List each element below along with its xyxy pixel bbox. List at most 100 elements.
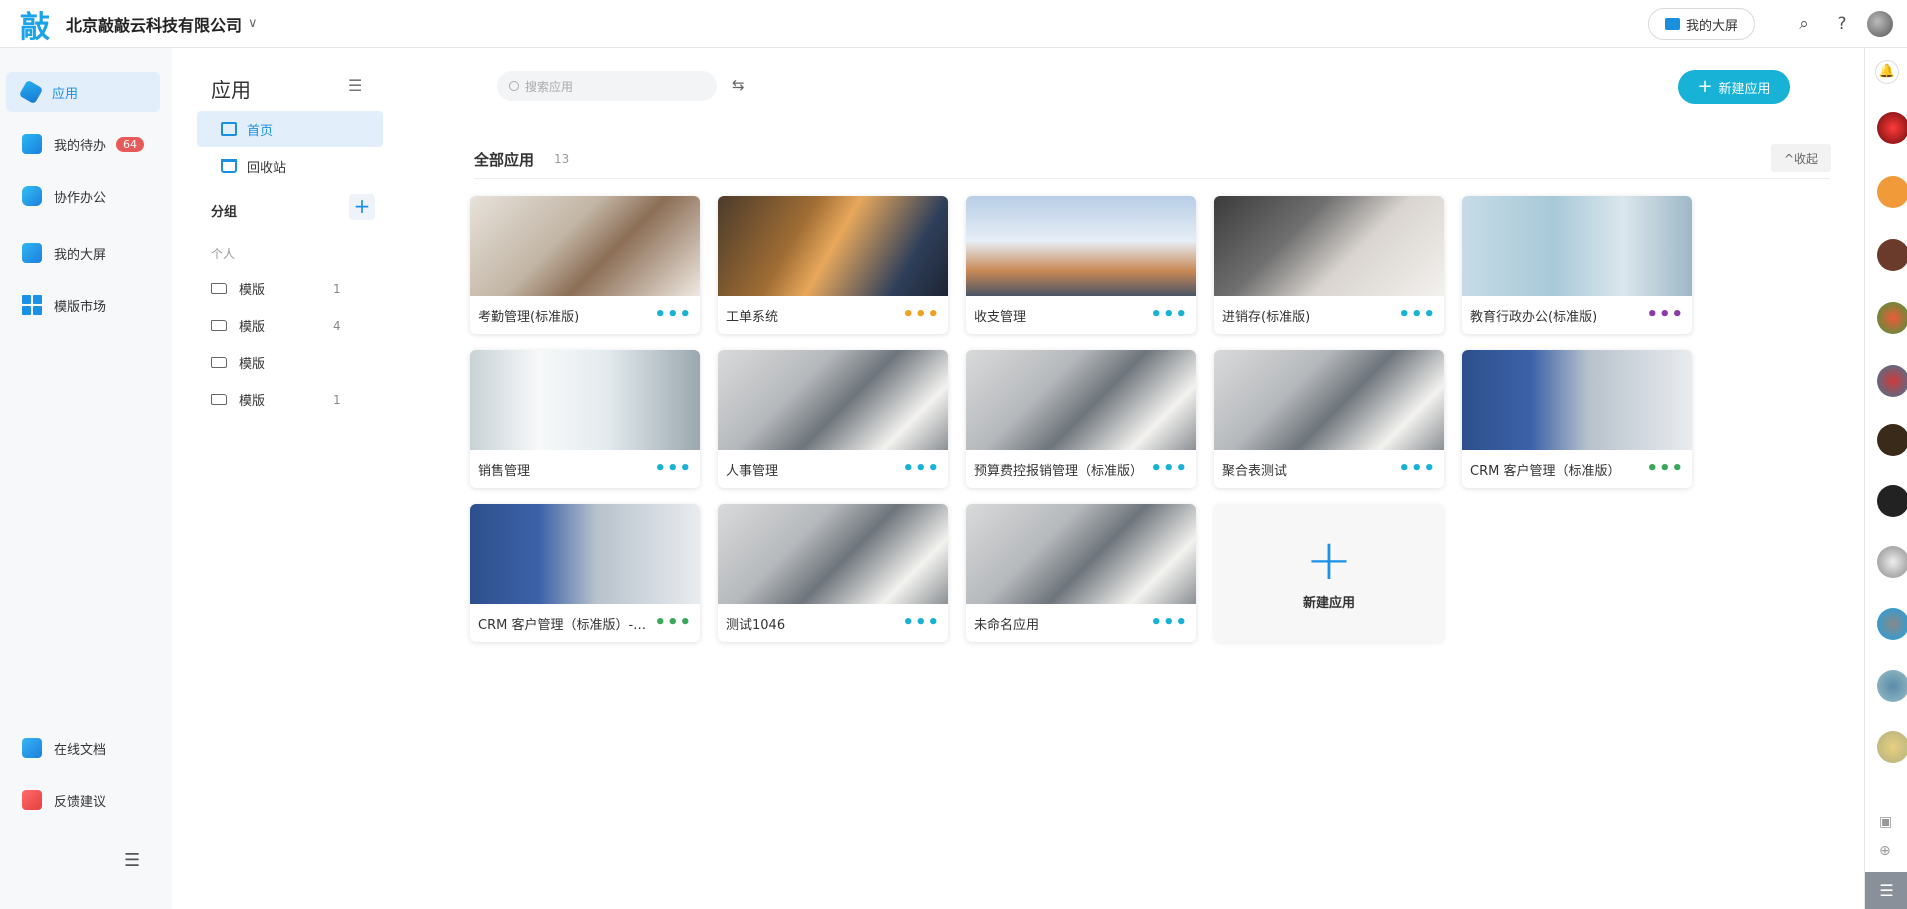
contact-avatar[interactable] xyxy=(1877,608,1907,640)
contact-avatar[interactable] xyxy=(1877,546,1907,578)
plus-icon: + xyxy=(1697,76,1713,97)
apps-icon xyxy=(18,79,44,105)
nav-item-apps[interactable]: 应用 xyxy=(6,72,160,112)
app-card[interactable]: 销售管理 ••• xyxy=(470,350,700,488)
nav-item-collab[interactable]: 协作办公 xyxy=(6,176,160,216)
add-group-button[interactable]: + xyxy=(349,194,375,220)
app-cover-image xyxy=(1214,350,1444,450)
app-card[interactable]: 收支管理 ••• xyxy=(966,196,1196,334)
more-options-icon[interactable]: ••• xyxy=(902,306,940,324)
app-card[interactable]: 教育行政办公(标准版) ••• xyxy=(1462,196,1692,334)
more-options-icon[interactable]: ••• xyxy=(902,460,940,478)
more-options-icon[interactable]: ••• xyxy=(1646,460,1684,478)
bigscreen-icon xyxy=(1664,18,1680,30)
app-cover-image xyxy=(966,504,1196,604)
app-card[interactable]: 人事管理 ••• xyxy=(718,350,948,488)
all-apps-count: 13 xyxy=(554,152,570,166)
home-monitor-icon xyxy=(221,122,237,136)
more-options-icon[interactable]: ••• xyxy=(654,460,692,478)
app-card[interactable]: 预算费控报销管理（标准版） ••• xyxy=(966,350,1196,488)
folder-label: 模版 xyxy=(239,394,266,409)
search-placeholder: 搜索应用 xyxy=(525,79,574,94)
folder-label: 模版 xyxy=(239,320,266,335)
save-icon[interactable]: ▣ xyxy=(1879,814,1892,830)
top-header: 敲 北京敲敲云科技有限公司 ∨ 我的大屏 ⌕ ? xyxy=(0,0,1907,48)
app-cover-image xyxy=(470,196,700,296)
more-options-icon[interactable]: ••• xyxy=(902,614,940,632)
collapse-panel-icon[interactable]: ☰ xyxy=(348,76,362,95)
company-switch-caret-icon[interactable]: ∨ xyxy=(248,16,258,31)
app-cover-image xyxy=(1462,350,1692,450)
app-cover-image xyxy=(966,350,1196,450)
app-card[interactable]: 聚合表测试 ••• xyxy=(1214,350,1444,488)
nav-item-online-docs[interactable]: 在线文档 xyxy=(6,728,160,768)
app-cover-image xyxy=(718,196,948,296)
collapse-section-button[interactable]: ^收起 xyxy=(1771,144,1831,172)
more-options-icon[interactable]: ••• xyxy=(1150,614,1188,632)
search-icon xyxy=(509,81,519,91)
app-card[interactable]: 进销存(标准版) ••• xyxy=(1214,196,1444,334)
app-name: 教育行政办公(标准版) xyxy=(1470,309,1598,325)
folder-item[interactable]: 模版 4 xyxy=(211,316,341,335)
more-options-icon[interactable]: ••• xyxy=(654,614,692,632)
contact-avatar[interactable] xyxy=(1877,424,1907,456)
more-options-icon[interactable]: ••• xyxy=(1150,460,1188,478)
nav-item-bigscreen[interactable]: 我的大屏 xyxy=(6,233,160,273)
contact-avatar[interactable] xyxy=(1877,302,1907,334)
contact-avatar[interactable] xyxy=(1877,485,1907,517)
app-card[interactable]: CRM 客户管理（标准版）-复... ••• xyxy=(470,504,700,642)
notification-bell-icon[interactable]: 🔔 xyxy=(1875,60,1899,84)
search-icon[interactable]: ⌕ xyxy=(1785,14,1823,34)
more-options-icon[interactable]: ••• xyxy=(1646,306,1684,324)
contact-avatar[interactable] xyxy=(1877,365,1907,397)
app-card[interactable]: 工单系统 ••• xyxy=(718,196,948,334)
help-icon[interactable]: ? xyxy=(1823,14,1861,34)
contact-avatar[interactable] xyxy=(1877,731,1907,763)
app-cover-image xyxy=(966,196,1196,296)
filter-sort-icon[interactable]: ⇆ xyxy=(732,76,745,94)
screen-icon xyxy=(22,243,42,263)
folder-count: 1 xyxy=(333,392,341,407)
user-avatar[interactable] xyxy=(1867,11,1893,37)
app-cover-image xyxy=(470,504,700,604)
app-logo[interactable]: 敲 xyxy=(16,5,54,45)
contact-avatar[interactable] xyxy=(1877,112,1907,144)
contact-avatar[interactable] xyxy=(1877,670,1907,702)
nav-item-todo[interactable]: 我的待办 64 xyxy=(6,124,160,164)
my-bigscreen-label: 我的大屏 xyxy=(1685,18,1738,34)
more-options-icon[interactable]: ••• xyxy=(1398,460,1436,478)
folder-item[interactable]: 模版 xyxy=(211,353,341,372)
my-bigscreen-button[interactable]: 我的大屏 xyxy=(1647,8,1755,40)
folder-icon xyxy=(211,394,227,405)
more-options-icon[interactable]: ••• xyxy=(1398,306,1436,324)
new-app-button[interactable]: + 新建应用 xyxy=(1678,70,1790,104)
contact-avatar[interactable] xyxy=(1877,176,1907,208)
more-options-icon[interactable]: ••• xyxy=(654,306,692,324)
collapse-nav-icon[interactable]: ☰ xyxy=(124,850,140,871)
nav-item-templates[interactable]: 模版市场 xyxy=(6,285,160,325)
app-card[interactable]: CRM 客户管理（标准版） ••• xyxy=(1462,350,1692,488)
folder-item[interactable]: 模版 1 xyxy=(211,279,341,298)
panel-item-home[interactable]: 首页 xyxy=(197,111,383,147)
add-circle-icon[interactable]: ⊕ xyxy=(1879,843,1891,859)
app-name: 测试1046 xyxy=(726,617,786,633)
app-card[interactable]: 测试1046 ••• xyxy=(718,504,948,642)
app-card[interactable]: 未命名应用 ••• xyxy=(966,504,1196,642)
app-search-input[interactable]: 搜索应用 xyxy=(497,71,717,101)
folder-icon xyxy=(211,283,227,294)
nav-item-feedback[interactable]: 反馈建议 xyxy=(6,780,160,820)
menu-icon[interactable]: ☰ xyxy=(1865,872,1907,909)
nav-item-label: 我的待办 xyxy=(54,138,107,154)
new-app-card[interactable]: + 新建应用 xyxy=(1214,504,1444,642)
more-options-icon[interactable]: ••• xyxy=(1150,306,1188,324)
app-card[interactable]: 考勤管理(标准版) ••• xyxy=(470,196,700,334)
app-name: 收支管理 xyxy=(974,309,1027,325)
company-name[interactable]: 北京敲敲云科技有限公司 xyxy=(66,12,242,36)
panel-item-recycle-bin[interactable]: 回收站 xyxy=(197,148,383,184)
all-apps-title: 全部应用 xyxy=(474,151,535,169)
folder-item[interactable]: 模版 1 xyxy=(211,390,341,409)
plus-icon: + xyxy=(1305,527,1353,593)
nav-item-label: 应用 xyxy=(52,86,79,102)
app-cover-image xyxy=(1214,196,1444,296)
contact-avatar[interactable] xyxy=(1877,239,1907,271)
